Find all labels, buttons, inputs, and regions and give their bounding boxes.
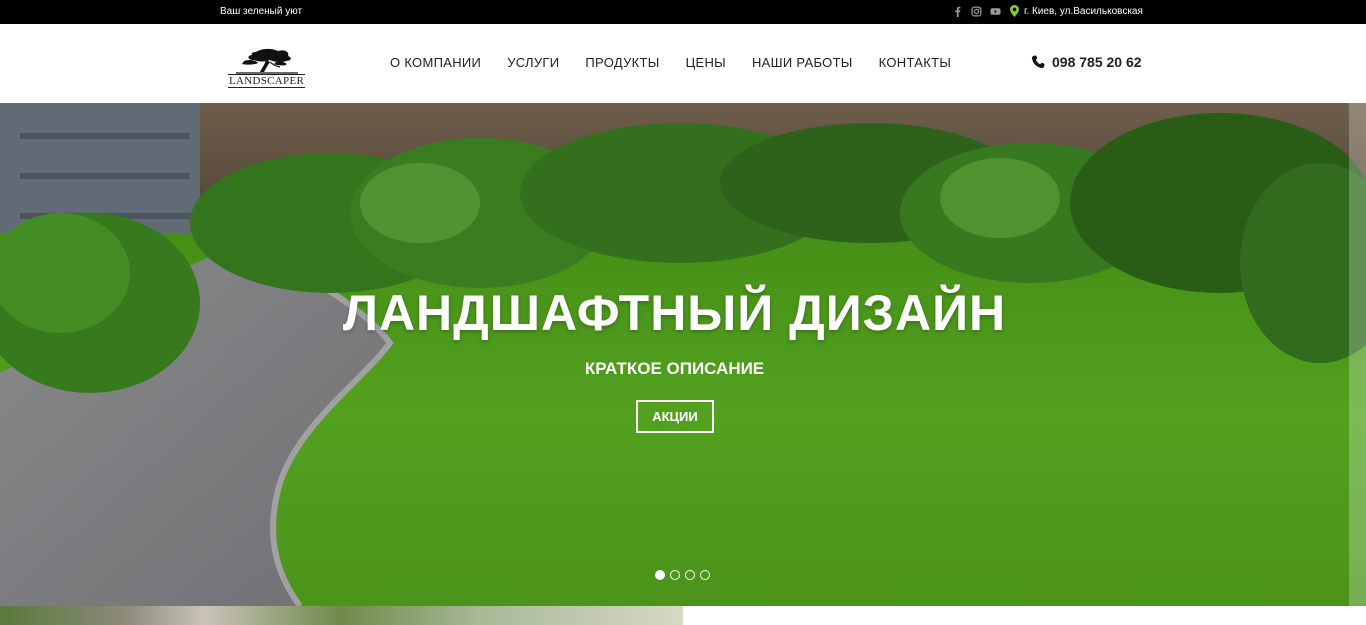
nav-item-prices[interactable]: ЦЕНЫ [686,55,726,70]
slider-dots [655,570,710,580]
map-pin-icon [1010,5,1019,17]
slider-dot[interactable] [700,570,710,580]
address-text: г. Киев, ул.Васильковская [1024,5,1143,17]
youtube-icon[interactable] [989,5,1002,18]
bonsai-tree-icon [236,48,298,74]
facebook-icon[interactable] [951,5,964,18]
nav-item-contacts[interactable]: КОНТАКТЫ [879,55,952,70]
hero-subtitle: КРАТКОЕ ОПИСАНИЕ [584,359,765,378]
nav-item-products[interactable]: ПРОДУКТЫ [585,55,659,70]
phone[interactable]: 098 785 20 62 [1031,54,1142,70]
house-image [0,606,683,625]
address: г. Киев, ул.Васильковская [1010,5,1143,17]
logo[interactable]: LANDSCAPER [226,46,308,90]
instagram-icon[interactable] [970,5,983,18]
scrollbar[interactable] [1349,103,1366,606]
next-section [0,606,1366,625]
phone-icon [1031,55,1045,69]
top-bar: Ваш зеленый уют г. Киев, ул.Васильковска… [0,0,1366,24]
hero-overlay [0,103,1366,606]
nav-item-about[interactable]: О КОМПАНИИ [390,55,481,70]
social-links [951,5,1002,18]
nav-item-services[interactable]: УСЛУГИ [507,55,559,70]
slogan: Ваш зеленый уют [220,6,303,17]
logo-text: LANDSCAPER [228,74,306,88]
nav-item-works[interactable]: НАШИ РАБОТЫ [752,55,853,70]
promo-button[interactable]: АКЦИИ [636,400,714,433]
slider-dot[interactable] [655,570,665,580]
main-nav: О КОМПАНИИ УСЛУГИ ПРОДУКТЫ ЦЕНЫ НАШИ РАБ… [390,55,977,70]
slider-dot[interactable] [670,570,680,580]
slider-dot[interactable] [685,570,695,580]
hero-slider: ЛАНДШАФТНЫЙ ДИЗАЙН КРАТКОЕ ОПИСАНИЕ АКЦИ… [0,103,1366,606]
hero-title: ЛАНДШАФТНЫЙ ДИЗАЙН [342,285,1007,341]
phone-number: 098 785 20 62 [1052,54,1142,70]
site-header: LANDSCAPER О КОМПАНИИ УСЛУГИ ПРОДУКТЫ ЦЕ… [0,24,1366,103]
